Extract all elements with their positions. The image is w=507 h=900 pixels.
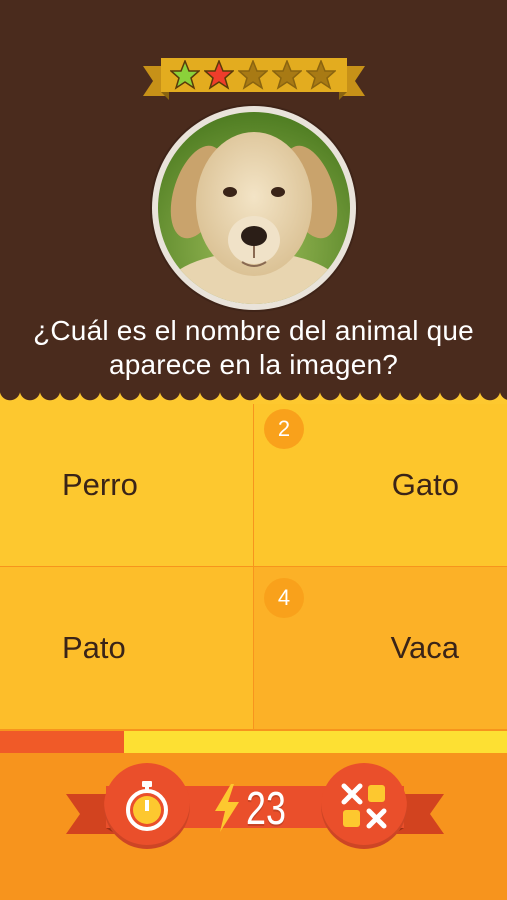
remove-answers-powerup-button[interactable] <box>321 763 407 849</box>
timer-powerup-button[interactable] <box>104 763 190 849</box>
question-text: ¿Cuál es el nombre del animal que aparec… <box>33 315 474 380</box>
star-empty-icon <box>238 60 268 90</box>
answer-option-3[interactable]: Pato <box>0 567 253 729</box>
energy-count: 23 <box>246 782 286 834</box>
star-empty-icon <box>306 60 336 90</box>
star-empty-icon <box>272 60 302 90</box>
number-badge: 4 <box>264 578 304 618</box>
panel-scalloped-edge <box>0 390 507 404</box>
answer-label: Gato <box>391 467 459 502</box>
lightning-bolt-icon <box>215 784 239 832</box>
level-stars <box>170 60 340 90</box>
dog-photo <box>158 112 350 304</box>
stopwatch-icon <box>126 781 168 831</box>
number-badge: 2 <box>264 409 304 449</box>
answer-option-1[interactable]: Perro <box>0 404 253 566</box>
time-progress-bar <box>0 731 507 753</box>
star-filled-icon <box>170 60 200 90</box>
energy-counter: 23 <box>212 778 302 838</box>
answer-label: Perro <box>62 467 138 502</box>
answer-label: Pato <box>62 630 126 665</box>
answer-label: Vaca <box>390 630 459 665</box>
remove-answers-icon <box>341 783 387 829</box>
star-filled-icon <box>204 60 234 90</box>
question-image-frame <box>152 106 356 310</box>
time-progress-fill <box>0 731 125 753</box>
